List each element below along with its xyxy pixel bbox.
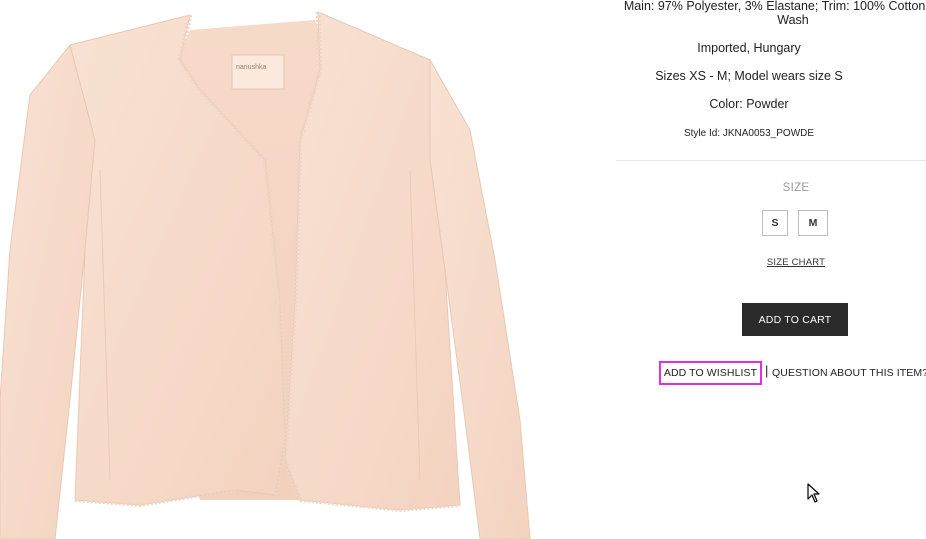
product-image[interactable] <box>0 0 560 539</box>
mouse-cursor-icon <box>807 483 820 503</box>
separator: | <box>765 363 769 378</box>
materials-text: Main: 97% Polyester, 3% Elastane; Trim: … <box>623 0 926 27</box>
size-heading: SIZE <box>782 182 810 194</box>
size-option-s[interactable]: S <box>762 210 788 236</box>
secondary-actions: ADD TO WISHLIST | QUESTION ABOUT THIS IT… <box>659 361 926 385</box>
color-text: Color: Powder <box>709 97 789 111</box>
size-chart-link[interactable]: SIZE CHART <box>746 257 846 268</box>
size-option-m[interactable]: M <box>798 210 828 236</box>
product-page: nanushka Main: 97% Polyester, 3% Elastan… <box>0 0 926 539</box>
sizes-info-text: Sizes XS - M; Model wears size S <box>655 69 843 83</box>
question-about-item-link[interactable]: QUESTION ABOUT THIS ITEM? <box>772 367 926 379</box>
style-id-text: Style Id: JKNA0053_POWDE <box>683 128 815 139</box>
brand-label: nanushka <box>236 64 267 71</box>
add-to-wishlist-link[interactable]: ADD TO WISHLIST <box>659 361 762 385</box>
add-to-cart-button[interactable]: ADD TO CART <box>742 303 848 336</box>
product-details: Main: 97% Polyester, 3% Elastane; Trim: … <box>614 0 926 539</box>
origin-text: Imported, Hungary <box>697 41 801 55</box>
divider <box>616 160 926 161</box>
